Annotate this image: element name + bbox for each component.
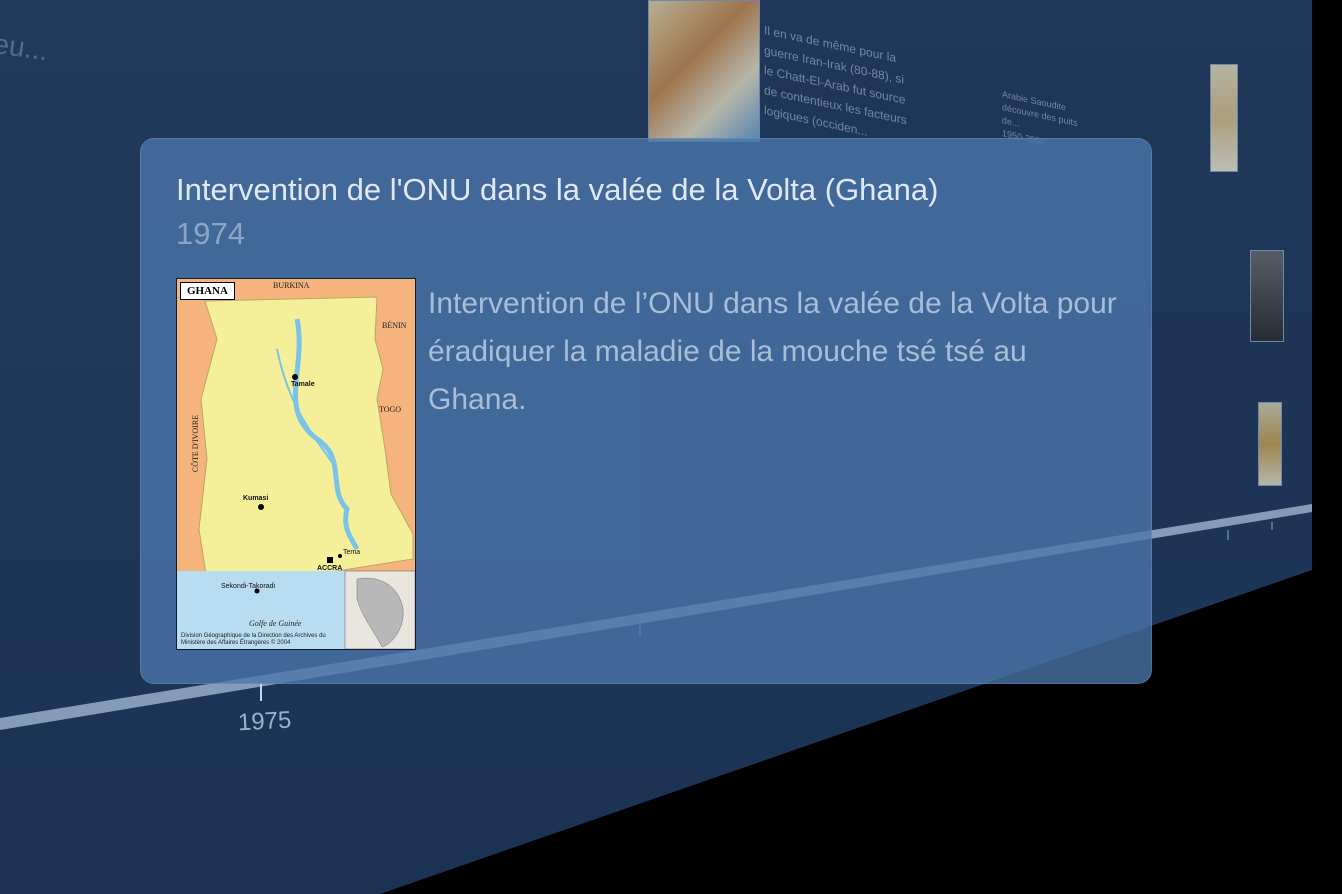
map-label-cote-divoire: CÔTE D'IVOIRE bbox=[191, 414, 201, 473]
map-city-tema: Tema bbox=[343, 549, 361, 556]
ghana-map-graphic bbox=[177, 279, 415, 649]
map-label-benin: BÉNIN bbox=[382, 321, 407, 330]
map-label-burkina: BURKINA bbox=[273, 281, 310, 290]
map-label-golfe: Golfe de Guinée bbox=[249, 619, 302, 628]
map-city-sekondi: Sekondi-Takoradi bbox=[221, 583, 276, 590]
event-image-ghana-map[interactable]: GHANA BURKINA BÉNIN TOGO CÔTE D'IVOIRE T… bbox=[176, 278, 416, 650]
map-credit: Division Géographique de la Direction de… bbox=[181, 633, 326, 646]
map-label-togo: TOGO bbox=[379, 405, 402, 414]
timeline-year-label: 1975 bbox=[237, 706, 293, 737]
event-year: 1974 bbox=[176, 216, 245, 251]
map-city-kumasi: Kumasi bbox=[243, 495, 269, 502]
map-city-tamale: Tamale bbox=[291, 381, 315, 388]
event-detail-card[interactable]: Intervention de l'ONU dans la valée de l… bbox=[140, 138, 1152, 684]
event-title: Intervention de l'ONU dans la valée de l… bbox=[176, 172, 939, 207]
map-city-accra: ACCRA bbox=[317, 565, 343, 572]
event-description: Intervention de l’ONU dans la valée de l… bbox=[428, 287, 1117, 416]
timeline-tick bbox=[260, 683, 262, 701]
map-title: GHANA bbox=[180, 282, 235, 300]
